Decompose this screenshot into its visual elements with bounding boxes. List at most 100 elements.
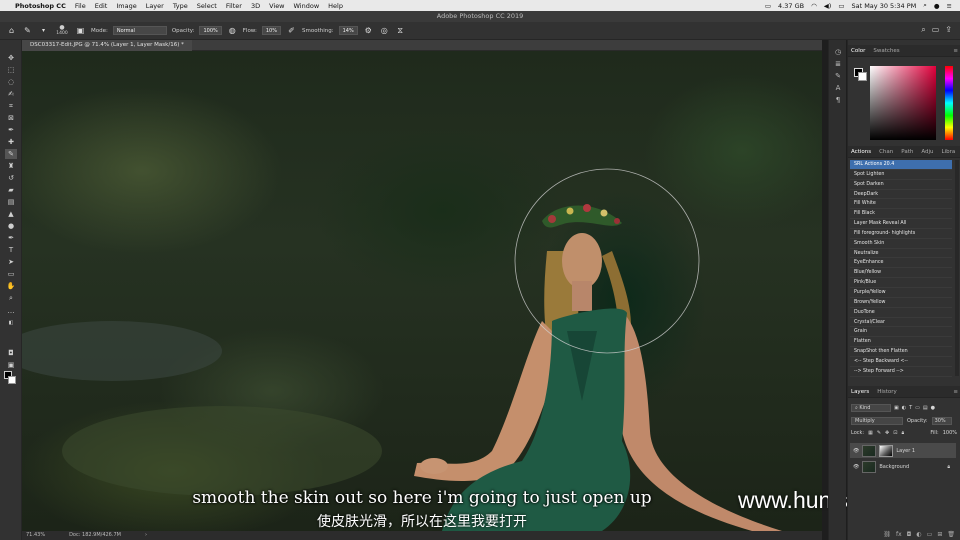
hue-slider[interactable] [945,66,953,140]
move-tool-icon[interactable]: ✥ [5,53,17,63]
layer-thumbnail[interactable] [862,444,877,457]
menu-select[interactable]: Select [197,2,217,10]
brush-preset-picker[interactable]: ● 1400 [54,25,70,37]
menu-type[interactable]: Type [173,2,188,10]
layer-mask-thumbnail[interactable] [879,444,894,457]
menu-help[interactable]: Help [328,2,343,10]
search-icon[interactable]: ⌕ [921,25,925,35]
action-item[interactable]: DeepDark [850,190,952,200]
lock-move-icon[interactable]: ✥ [885,430,889,436]
layer-opacity-field[interactable]: 30% [931,416,952,425]
tab-adjustments[interactable]: Adju [921,149,933,155]
airbrush-icon[interactable]: ✐ [286,25,297,36]
wifi-icon[interactable]: ◠ [811,2,817,10]
blend-mode-select[interactable]: Multiply [851,416,903,425]
filter-shape-icon[interactable]: ▭ [915,405,920,411]
eyedropper-tool-icon[interactable]: ✒ [5,125,17,135]
add-mask-icon[interactable]: ◘ [907,531,912,540]
menu-file[interactable]: File [75,2,86,10]
filter-type-icon[interactable]: T [909,405,912,411]
visibility-eye-icon[interactable]: 👁︎ [853,448,859,454]
filter-adjust-icon[interactable]: ◐ [902,405,906,411]
action-item[interactable]: Flatten [850,337,952,348]
action-item[interactable]: SRL Actions 20.4 [850,160,952,170]
action-item[interactable]: --> Step Forward --> [850,367,952,377]
dodge-tool-icon[interactable]: ● [5,221,17,231]
layer-kind-filter[interactable]: ⌕ Kind [851,403,891,412]
action-item[interactable]: Spot Lighten [850,170,952,180]
volume-icon[interactable]: ◀) [824,2,832,10]
adjustment-layer-icon[interactable]: ◐ [916,531,921,540]
pen-tool-icon[interactable]: ✒ [5,233,17,243]
zoom-level[interactable]: 71.43% [26,531,45,540]
user-icon[interactable]: ● [934,2,940,10]
screen-mode-icon[interactable]: ▣ [5,360,17,370]
paragraph-panel-icon[interactable]: ¶ [833,96,843,105]
tab-color[interactable]: Color [851,48,865,54]
action-item[interactable]: Grain [850,327,952,338]
color-panel-background[interactable] [858,72,867,81]
pressure-opacity-icon[interactable]: ◍ [227,25,238,36]
clock[interactable]: Sat May 30 5:34 PM [851,2,916,10]
visibility-eye-icon[interactable]: 👁︎ [853,464,859,470]
new-layer-icon[interactable]: ⊞ [937,531,942,540]
color-field[interactable] [870,66,936,140]
gradient-tool-icon[interactable]: ▤ [5,197,17,207]
crop-tool-icon[interactable]: ⌗ [5,101,17,111]
lock-all-icon[interactable]: 🔒︎ [901,430,904,436]
menu-3d[interactable]: 3D [251,2,260,10]
layer-thumbnail[interactable] [862,460,877,473]
canvas[interactable] [22,51,822,531]
brush-settings-icon[interactable]: ▣ [75,25,86,36]
action-item[interactable]: <-- Step Backward <-- [850,357,952,367]
brush-panel-icon[interactable]: ✎ [833,72,843,81]
lock-transparent-icon[interactable]: ▦ [868,430,873,436]
symmetry-icon[interactable]: ⧖ [395,25,406,36]
action-item[interactable]: Fill foreground- highlights [850,229,952,239]
menu-window[interactable]: Window [294,2,320,10]
action-item[interactable]: Crystal/Clear [850,318,952,328]
fill-value[interactable]: 100% [943,430,957,436]
brush-tool-icon[interactable]: ✎ [22,25,33,36]
menu-edit[interactable]: Edit [95,2,108,10]
default-colors-icon[interactable]: ◧ [5,318,17,328]
more-tools-icon[interactable]: … [5,306,17,316]
blur-tool-icon[interactable]: ▲ [5,209,17,219]
stamp-tool-icon[interactable]: ♜ [5,161,17,171]
hand-tool-icon[interactable]: ✋ [5,281,17,291]
flow-field[interactable]: 10% [261,26,281,35]
menu-view[interactable]: View [269,2,284,10]
action-item[interactable]: Purple/Yellow [850,288,952,298]
action-item[interactable]: Neutralize [850,249,952,259]
filter-smart-icon[interactable]: ▤ [923,405,928,411]
home-icon[interactable]: ⌂ [6,25,17,36]
chevron-down-icon[interactable]: ▾ [38,25,49,36]
action-item[interactable]: Fill Black [850,209,952,220]
lock-brush-icon[interactable]: ✎ [877,430,881,436]
layer-name[interactable]: Background [879,464,909,470]
layer-row-layer-1[interactable]: 👁︎ Layer 1 [850,443,956,458]
status-arrow-icon[interactable]: › [145,531,147,540]
menu-layer[interactable]: Layer [146,2,164,10]
action-item[interactable]: Fill White [850,199,952,210]
tab-history[interactable]: History [877,389,897,395]
pressure-size-icon[interactable]: ◎ [379,25,390,36]
smoothing-field[interactable]: 14% [338,26,358,35]
action-item[interactable]: Smooth Skin [850,239,952,249]
opacity-field[interactable]: 100% [199,26,222,35]
new-group-icon[interactable]: ▭ [927,531,933,540]
brush-tool-icon[interactable]: ✎ [5,149,17,159]
history-brush-tool-icon[interactable]: ↺ [5,173,17,183]
menu-app-name[interactable]: Photoshop CC [15,2,66,10]
gear-icon[interactable]: ⚙ [363,25,374,36]
path-select-tool-icon[interactable]: ➤ [5,257,17,267]
layer-style-icon[interactable]: fx [896,531,902,540]
panel-menu-icon[interactable]: ≡ [953,48,958,54]
marquee-tool-icon[interactable]: ⬚ [5,65,17,75]
zoom-tool-icon[interactable]: ⌕ [5,293,17,303]
action-item[interactable]: DuoTone [850,308,952,318]
tab-channels[interactable]: Chan [879,149,893,155]
action-item[interactable]: Pink/Blue [850,278,952,288]
workspace-icon[interactable]: ▭ [932,25,940,35]
tab-swatches[interactable]: Swatches [873,48,899,54]
